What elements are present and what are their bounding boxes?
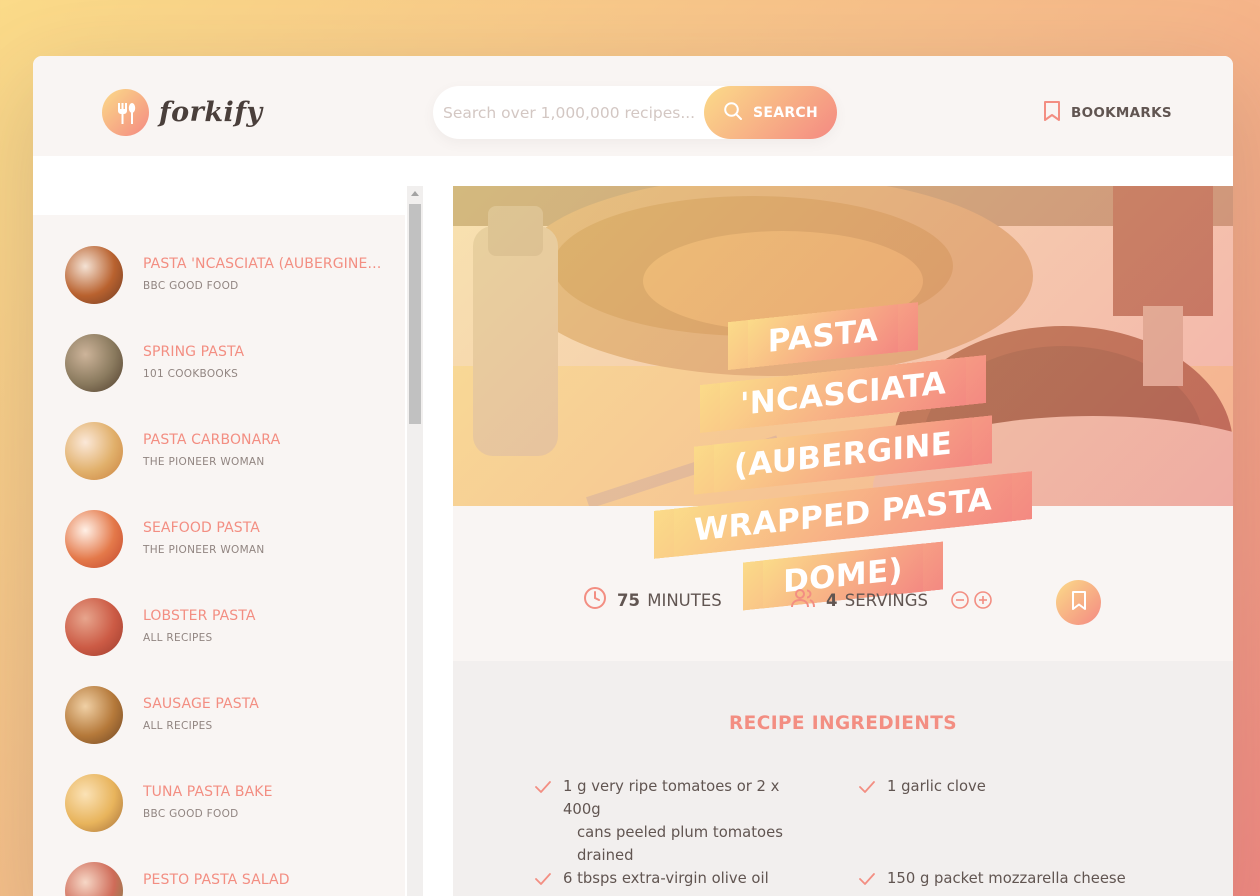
result-publisher: BBC GOOD FOOD bbox=[143, 808, 239, 820]
scrollbar-thumb[interactable] bbox=[409, 204, 421, 424]
ingredient-item: 1 g very ripe tomatoes or 2 x 400g cans p… bbox=[535, 775, 813, 867]
search-input[interactable] bbox=[443, 103, 713, 122]
servings: 4 SERVINGS bbox=[790, 586, 993, 614]
bookmark-icon bbox=[1043, 100, 1061, 126]
ingredient-text: 1 garlic clove bbox=[887, 778, 986, 795]
result-title: LOBSTER PASTA bbox=[143, 608, 256, 624]
search-result-item[interactable]: PESTO PASTA SALADTHE PIONEER WOMAN bbox=[33, 847, 405, 896]
result-publisher: 101 COOKBOOKS bbox=[143, 368, 239, 380]
result-title: PASTA 'NCASCIATA (AUBERGINE WRAPPED PAST… bbox=[143, 256, 383, 272]
search-result-item[interactable]: PASTA CARBONARA THE PIONEER WOMAN bbox=[33, 407, 405, 495]
check-icon bbox=[535, 870, 551, 893]
cooking-time-unit: MINUTES bbox=[647, 590, 722, 610]
result-title: TUNA PASTA BAKE bbox=[143, 784, 273, 800]
logo-text: forkify bbox=[159, 97, 263, 128]
search-result-item[interactable]: PASTA 'NCASCIATA (AUBERGINE WRAPPED PAST… bbox=[33, 231, 405, 319]
search-button-label: SEARCH bbox=[752, 104, 819, 121]
recipe-title: PASTA 'NCASCIATA (AUBERGINE WRAPPED PASTA D… bbox=[653, 284, 1033, 626]
users-icon bbox=[790, 586, 816, 614]
search-icon bbox=[723, 101, 743, 125]
search-results-panel: PASTA 'NCASCIATA (AUBERGINE WRAPPED PAST… bbox=[33, 156, 405, 896]
servings-unit: SERVINGS bbox=[844, 590, 928, 610]
result-thumbnail bbox=[65, 774, 123, 832]
result-title: SPRING PASTA bbox=[143, 344, 245, 360]
result-thumbnail bbox=[65, 422, 123, 480]
ingredients-heading: RECIPE INGREDIENTS bbox=[729, 713, 957, 734]
result-title: PESTO PASTA SALAD bbox=[143, 872, 290, 888]
ingredient-text: 1 g very ripe tomatoes or 2 x 400g bbox=[563, 778, 780, 818]
scroll-up-arrow-icon[interactable] bbox=[411, 191, 419, 196]
result-title: PASTA CARBONARA bbox=[143, 432, 281, 448]
check-icon bbox=[859, 778, 875, 801]
result-title: SEAFOOD PASTA bbox=[143, 520, 260, 536]
bookmarks-label: BOOKMARKS bbox=[1071, 105, 1172, 121]
ingredient-text: 6 tbsps extra-virgin olive oil bbox=[563, 870, 769, 887]
ingredient-item: 150 g packet mozzarella cheese bbox=[859, 867, 1137, 893]
bookmark-recipe-button[interactable] bbox=[1056, 580, 1101, 625]
results-scrollbar[interactable] bbox=[407, 186, 423, 896]
result-thumbnail bbox=[65, 686, 123, 744]
bookmarks-nav-button[interactable]: BOOKMARKS bbox=[1043, 100, 1172, 126]
ingredient-item: 1 garlic clove bbox=[859, 775, 1137, 801]
servings-value: 4 bbox=[826, 590, 838, 610]
search-button[interactable]: SEARCH bbox=[704, 86, 837, 139]
recipe-ingredients: RECIPE INGREDIENTS 1 g very ripe tomatoe… bbox=[453, 661, 1233, 896]
minus-circle-icon bbox=[951, 591, 969, 609]
cooking-time: 75 MINUTES bbox=[583, 586, 722, 614]
logo[interactable]: forkify bbox=[102, 89, 263, 136]
header: forkify SEARCH BOOKMARKS bbox=[33, 56, 1233, 156]
result-publisher: ALL RECIPES bbox=[143, 720, 213, 732]
search-result-item[interactable]: SPRING PASTA 101 COOKBOOKS bbox=[33, 319, 405, 407]
result-publisher: THE PIONEER WOMAN bbox=[143, 544, 265, 556]
increase-servings-button[interactable] bbox=[973, 590, 993, 610]
app-container: forkify SEARCH BOOKMARKS PASTA 'NCASCIAT… bbox=[33, 56, 1233, 896]
cooking-time-value: 75 bbox=[617, 590, 640, 610]
plus-circle-icon bbox=[974, 591, 992, 609]
result-thumbnail bbox=[65, 334, 123, 392]
result-publisher: THE PIONEER WOMAN bbox=[143, 456, 265, 468]
search-result-item[interactable]: SAUSAGE PASTA ALL RECIPES bbox=[33, 671, 405, 759]
ingredient-text-continued: cans peeled plum tomatoes drained bbox=[577, 824, 783, 864]
recipe-details: 75 MINUTES 4 SERVINGS bbox=[583, 586, 1103, 618]
search-results-list: PASTA 'NCASCIATA (AUBERGINE WRAPPED PAST… bbox=[33, 215, 405, 896]
search-form: SEARCH bbox=[433, 86, 837, 139]
check-icon bbox=[535, 778, 551, 867]
fork-spoon-icon bbox=[102, 89, 149, 136]
result-publisher: ALL RECIPES bbox=[143, 632, 213, 644]
result-thumbnail bbox=[65, 246, 123, 304]
check-icon bbox=[859, 870, 875, 893]
decrease-servings-button[interactable] bbox=[950, 590, 970, 610]
result-thumbnail bbox=[65, 598, 123, 656]
recipe-view: PASTA 'NCASCIATA (AUBERGINE WRAPPED PASTA D… bbox=[453, 186, 1233, 896]
ingredient-text: 150 g packet mozzarella cheese bbox=[887, 870, 1126, 887]
search-result-item[interactable]: LOBSTER PASTA ALL RECIPES bbox=[33, 583, 405, 671]
bookmark-icon bbox=[1070, 590, 1088, 615]
result-thumbnail bbox=[65, 510, 123, 568]
result-thumbnail bbox=[65, 862, 123, 896]
ingredient-item: 6 tbsps extra-virgin olive oil bbox=[535, 867, 813, 893]
search-result-item[interactable]: SEAFOOD PASTA THE PIONEER WOMAN bbox=[33, 495, 405, 583]
clock-icon bbox=[583, 586, 607, 614]
search-result-item[interactable]: TUNA PASTA BAKE BBC GOOD FOOD bbox=[33, 759, 405, 847]
result-title: SAUSAGE PASTA bbox=[143, 696, 259, 712]
result-publisher: BBC GOOD FOOD bbox=[143, 280, 239, 292]
